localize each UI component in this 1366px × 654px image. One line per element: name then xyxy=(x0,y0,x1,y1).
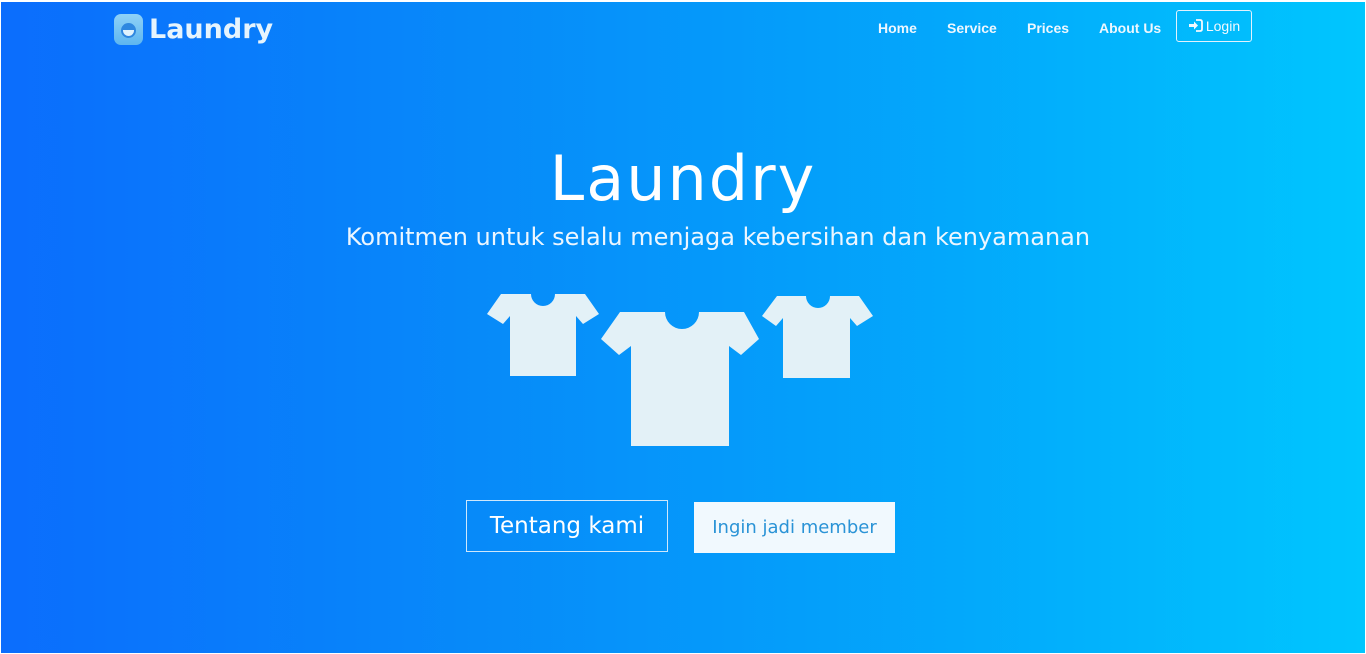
washing-machine-icon xyxy=(114,13,143,45)
nav-about-us[interactable]: About Us xyxy=(1099,20,1161,36)
nav-home[interactable]: Home xyxy=(878,20,917,36)
about-us-button[interactable]: Tentang kami xyxy=(466,500,668,552)
hero-title: Laundry xyxy=(549,142,817,215)
brand-logo[interactable]: Laundry xyxy=(114,11,273,47)
nav-prices[interactable]: Prices xyxy=(1027,20,1069,36)
tshirt-left-icon xyxy=(487,294,599,376)
nav-service[interactable]: Service xyxy=(947,20,997,36)
hero-section: Laundry Home Service Prices About Us Log… xyxy=(1,2,1365,653)
become-member-button[interactable]: Ingin jadi member xyxy=(694,502,895,553)
tshirt-right-icon xyxy=(762,296,873,378)
tshirt-center-icon xyxy=(601,312,759,446)
login-label: Login xyxy=(1205,18,1241,34)
login-button[interactable]: Login xyxy=(1176,10,1252,42)
brand-name: Laundry xyxy=(149,13,274,45)
sign-in-icon xyxy=(1188,18,1203,34)
hero-subtitle: Komitmen untuk selalu menjaga kebersihan… xyxy=(345,223,1091,251)
tshirts-icon xyxy=(487,294,873,446)
